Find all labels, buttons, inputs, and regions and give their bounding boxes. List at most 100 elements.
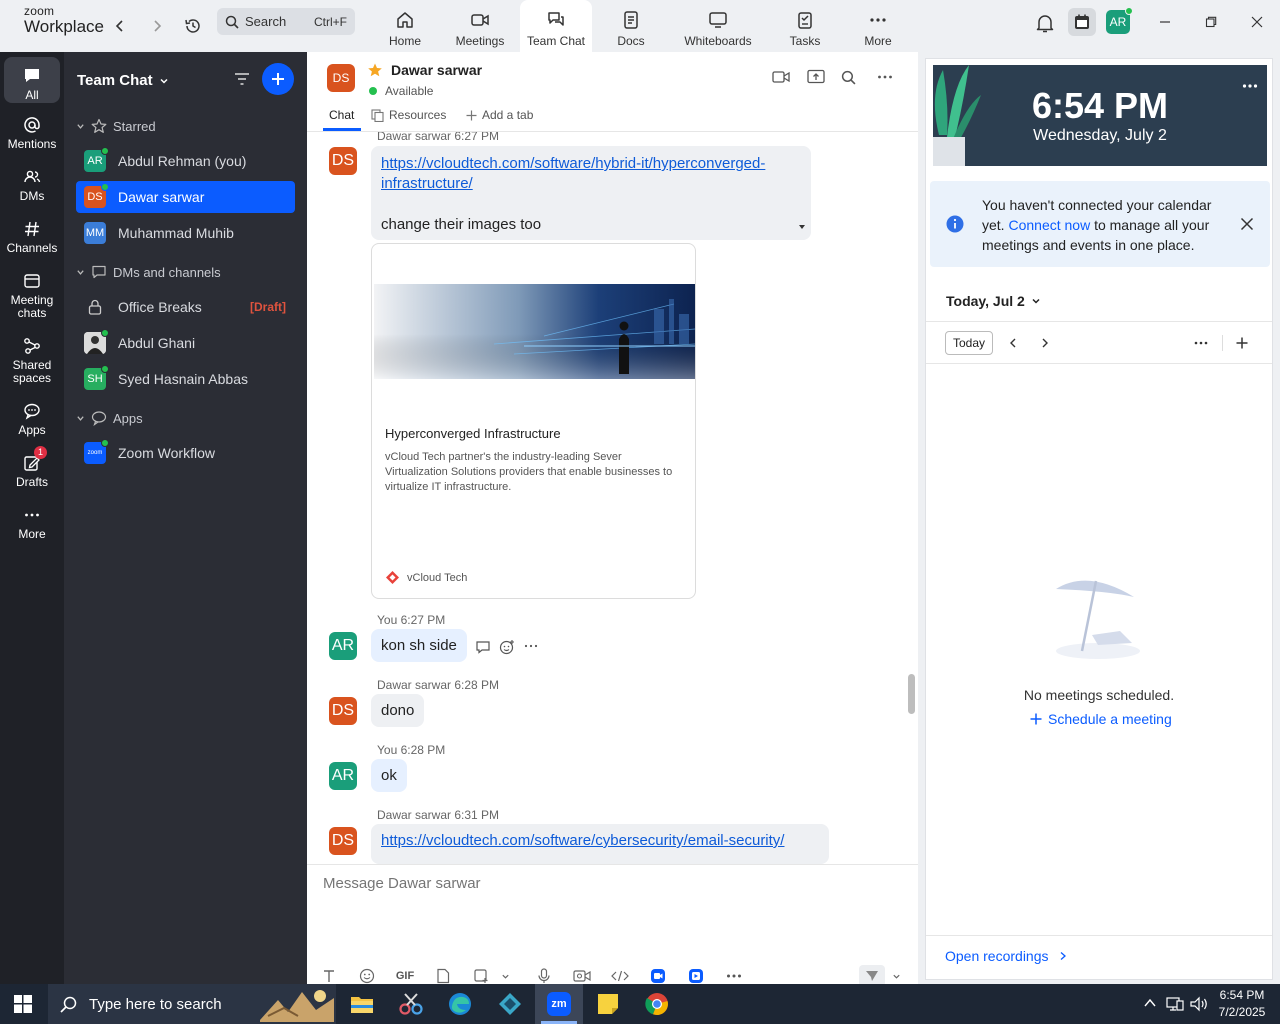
file-explorer-icon[interactable] — [350, 992, 374, 1016]
sidebar-item-zoom-workflow[interactable]: zoom Zoom Workflow — [76, 437, 295, 469]
snipping-tool-icon[interactable] — [398, 992, 424, 1016]
zoom-taskbar-button[interactable]: zm — [535, 984, 583, 1024]
sidebar-item-muhammad-muhib[interactable]: MM Muhammad Muhib — [76, 217, 295, 249]
more-options-icon[interactable] — [1242, 83, 1258, 89]
section-starred[interactable]: Starred — [76, 118, 156, 134]
avatar[interactable]: DS — [329, 147, 357, 175]
scrollbar-track[interactable] — [907, 132, 915, 865]
link-preview-card[interactable]: Hyperconverged Infrastructure vCloud Tec… — [371, 243, 696, 599]
online-dot — [101, 365, 109, 373]
sidebar-item-dawar-sarwar[interactable]: DS Dawar sarwar — [76, 181, 295, 213]
minimize-icon[interactable] — [1149, 10, 1181, 34]
search-bar[interactable]: Search Ctrl+F — [217, 8, 355, 35]
message-composer: GIF — [307, 864, 918, 987]
rail-channels[interactable]: Channels — [4, 216, 60, 255]
reply-icon[interactable] — [475, 640, 491, 654]
section-apps[interactable]: Apps — [76, 410, 143, 426]
message-link[interactable]: https://vcloudtech.com/software/cybersec… — [381, 832, 784, 849]
history-icon[interactable] — [181, 14, 205, 38]
tray-expand-icon[interactable] — [1144, 998, 1156, 1008]
back-arrow-icon[interactable] — [108, 14, 132, 38]
restore-icon[interactable] — [1195, 10, 1227, 34]
sidebar-item-syed-hasnain-abbas[interactable]: SH Syed Hasnain Abbas — [76, 363, 295, 395]
add-event-icon[interactable] — [1236, 337, 1248, 349]
tab-team-chat[interactable]: Team Chat — [520, 0, 592, 52]
tab-docs[interactable]: Docs — [595, 0, 667, 52]
section-dms-channels[interactable]: DMs and channels — [76, 264, 221, 280]
filter-icon[interactable] — [233, 70, 251, 88]
caret-down-icon[interactable] — [798, 224, 806, 230]
edge-browser-icon[interactable] — [448, 992, 472, 1016]
bell-icon[interactable] — [1034, 12, 1056, 34]
rail-apps[interactable]: Apps — [4, 398, 60, 437]
network-icon[interactable] — [1166, 996, 1184, 1012]
contact-name[interactable]: Dawar sarwar — [391, 62, 482, 78]
calendar-notice: You haven't connected your calendar yet.… — [930, 181, 1270, 267]
rail-more[interactable]: More — [4, 502, 60, 541]
tab-chat[interactable]: Chat — [329, 108, 354, 122]
tab-home[interactable]: Home — [369, 0, 441, 52]
sticky-notes-icon[interactable] — [596, 992, 620, 1016]
message-text: change their images too — [381, 216, 542, 233]
calendar-more-icon[interactable] — [1194, 341, 1208, 345]
sidebar-item-abdul-ghani[interactable]: Abdul Ghani — [76, 327, 295, 359]
tab-meetings[interactable]: Meetings — [444, 0, 516, 52]
tab-tasks[interactable]: Tasks — [769, 0, 841, 52]
open-recordings-link[interactable]: Open recordings — [945, 948, 1067, 964]
share-screen-icon[interactable] — [807, 69, 825, 85]
day-selector[interactable]: Today, Jul 2 — [946, 293, 1041, 309]
tab-whiteboards[interactable]: Whiteboards — [672, 0, 764, 52]
avatar[interactable]: AR — [329, 762, 357, 790]
volume-icon[interactable] — [1190, 996, 1208, 1012]
avatar[interactable]: AR — [329, 632, 357, 660]
new-chat-button[interactable] — [262, 63, 294, 95]
rail-shared-spaces[interactable]: Shared spaces — [4, 333, 60, 385]
scrollbar-thumb[interactable] — [908, 674, 915, 714]
windows-start-icon[interactable] — [14, 995, 32, 1013]
more-options-icon[interactable] — [877, 72, 893, 82]
tab-resources[interactable]: Resources — [371, 108, 446, 122]
taskbar-clock[interactable]: 6:54 PM 7/2/2025 — [1212, 987, 1272, 1021]
emoji-reaction-icon[interactable] — [499, 639, 515, 655]
sidebar-item-abdul-rehman[interactable]: AR Abdul Rehman (you) — [76, 145, 295, 177]
sidebar-title[interactable]: Team Chat — [77, 72, 169, 89]
schedule-meeting-link[interactable]: Schedule a meeting — [1030, 711, 1172, 727]
next-day-icon[interactable] — [1040, 337, 1050, 349]
avatar[interactable]: DS — [329, 827, 357, 855]
tab-more[interactable]: More — [842, 0, 914, 52]
message-input[interactable] — [323, 875, 903, 892]
close-window-icon[interactable] — [1241, 10, 1273, 34]
favorite-star-icon[interactable] — [367, 62, 383, 78]
message-more-icon[interactable] — [524, 642, 538, 650]
avatar[interactable]: DS — [329, 697, 357, 725]
user-avatar[interactable]: AR — [1106, 7, 1133, 34]
rail-mentions[interactable]: Mentions — [4, 112, 60, 151]
add-tab-button[interactable]: Add a tab — [466, 108, 533, 122]
zoom-logo-icon: zoom — [84, 439, 109, 464]
close-icon[interactable] — [1240, 217, 1254, 231]
rail-drafts[interactable]: 1 Drafts — [4, 446, 60, 489]
message-list: Dawar sarwar 6:27 PM DS https://vcloudte… — [307, 132, 918, 865]
connect-now-link[interactable]: Connect now — [1008, 217, 1090, 233]
message-link[interactable]: https://vcloudtech.com/software/hybrid-i… — [381, 154, 765, 194]
rail-all[interactable]: All — [4, 57, 60, 103]
chevron-down-icon — [77, 123, 84, 129]
online-dot — [101, 439, 109, 447]
rail-dms[interactable]: DMs — [4, 164, 60, 203]
video-call-icon[interactable] — [772, 70, 790, 84]
forward-arrow-icon[interactable] — [145, 14, 169, 38]
calendar-panel-icon[interactable] — [1068, 8, 1096, 36]
search-icon[interactable] — [841, 70, 856, 85]
chrome-browser-icon[interactable] — [645, 992, 669, 1016]
today-button[interactable]: Today — [945, 331, 993, 355]
chat-icon — [23, 63, 41, 89]
user-avatar-initials: AR — [1109, 15, 1127, 29]
vscode-like-app-icon[interactable] — [498, 992, 522, 1016]
sidebar-item-label: Syed Hasnain Abbas — [118, 371, 248, 387]
zoom-workplace-logo: zoom Workplace — [24, 5, 104, 35]
contact-avatar[interactable]: DS — [327, 64, 355, 92]
sidebar-item-office-breaks[interactable]: Office Breaks [Draft] — [76, 291, 295, 323]
prev-day-icon[interactable] — [1008, 337, 1018, 349]
meetings-icon — [471, 14, 489, 26]
rail-meeting-chats[interactable]: Meeting chats — [4, 268, 60, 320]
